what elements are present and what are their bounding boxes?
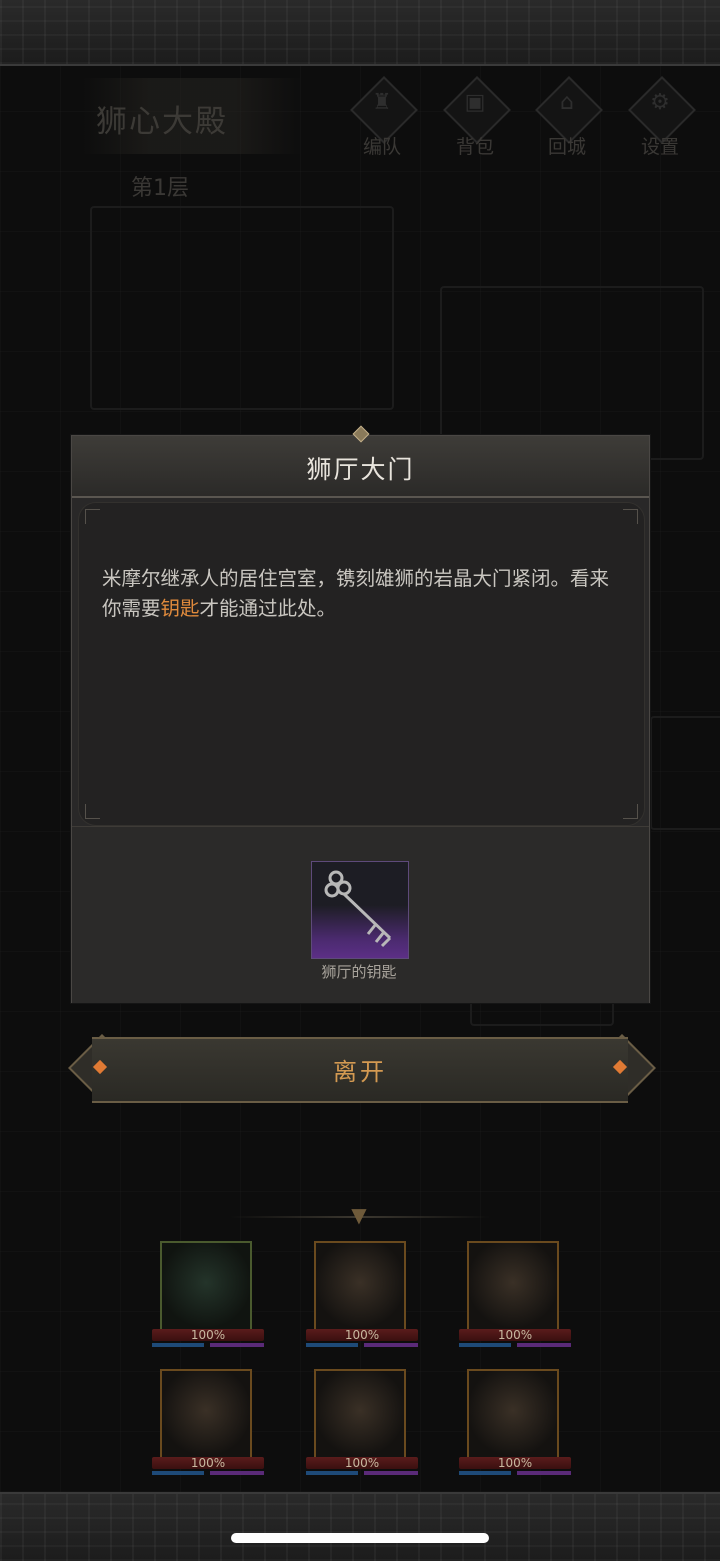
gear-icon: ⚙ [650,90,670,115]
hero-portrait [467,1241,559,1333]
backpack-label: 背包 [455,136,494,158]
corner-ornament [623,804,638,819]
map-room [440,286,704,460]
corner-ornament [85,804,100,819]
dialog-title: 狮厅大门 [306,455,415,484]
floor-label: 第1层 [131,176,189,201]
dialog-description: 米摩尔继承人的居住宫室，镌刻雄狮的岩晶大门紧闭。看来你需要钥匙才能通过此处。 [102,564,622,624]
hero-slot[interactable]: 100% [306,1241,418,1351]
mana-bar [459,1471,511,1475]
hp-percent: 100% [497,1456,533,1470]
description-panel [78,502,645,826]
location-name: 狮心大殿 [96,104,228,140]
hp-percent: 100% [344,1328,380,1342]
horned-helmet-icon: ♜ [372,90,392,115]
hero-slot[interactable]: 100% [459,1369,571,1479]
required-item-panel: 狮厅的钥匙 [72,826,649,1003]
energy-bar [210,1471,264,1475]
hp-percent: 100% [190,1456,226,1470]
dialog-header: 狮厅大门 [72,436,649,498]
energy-bar [517,1471,571,1475]
top-ornament-bar [0,0,720,66]
energy-bar [517,1343,571,1347]
chevron-down-icon[interactable]: ▼ [346,1203,372,1229]
settings-label: 设置 [640,136,679,158]
corner-ornament [85,509,100,524]
backpack-icon: ▣ [464,90,486,115]
hero-slot[interactable]: 100% [306,1369,418,1479]
energy-bar [364,1471,418,1475]
key-icon [324,870,392,948]
item-name: 狮厅的钥匙 [321,963,397,981]
town-portal-icon: ⌂ [560,90,574,115]
hero-portrait [314,1369,406,1461]
team-label: 编队 [362,136,401,158]
key-highlight: 钥匙 [160,597,200,620]
hero-slot[interactable]: 100% [152,1241,264,1351]
mana-bar [306,1471,358,1475]
hero-portrait [160,1241,252,1333]
map-room [90,206,394,410]
mana-bar [152,1343,204,1347]
hero-slot[interactable]: 100% [152,1369,264,1479]
hero-portrait [467,1369,559,1461]
description-text-end: 才能通过此处。 [199,597,337,620]
hero-portrait [160,1369,252,1461]
hp-percent: 100% [497,1328,533,1342]
mana-bar [306,1343,358,1347]
backpack-button[interactable]: ▣ 背包 [440,76,511,158]
hero-portrait [314,1241,406,1333]
return-town-label: 回城 [547,136,586,158]
energy-bar [210,1343,264,1347]
corner-ornament [623,509,638,524]
energy-bar [364,1343,418,1347]
return-town-button[interactable]: ⌂ 回城 [532,76,603,158]
bottom-ornament-bar [0,1492,720,1561]
home-indicator[interactable] [231,1533,489,1543]
hp-percent: 100% [190,1328,226,1342]
map-room [650,716,720,830]
mana-bar [152,1471,204,1475]
settings-button[interactable]: ⚙ 设置 [625,76,696,158]
leave-label: 离开 [333,1058,387,1086]
hp-percent: 100% [344,1456,380,1470]
gate-dialog: 狮厅大门 米摩尔继承人的居住宫室，镌刻雄狮的岩晶大门紧闭。看来你需要钥匙才能通过… [71,435,650,1003]
team-button[interactable]: ♜ 编队 [347,76,418,158]
item-slot[interactable] [311,861,409,959]
hero-slot[interactable]: 100% [459,1241,571,1351]
mana-bar [459,1343,511,1347]
